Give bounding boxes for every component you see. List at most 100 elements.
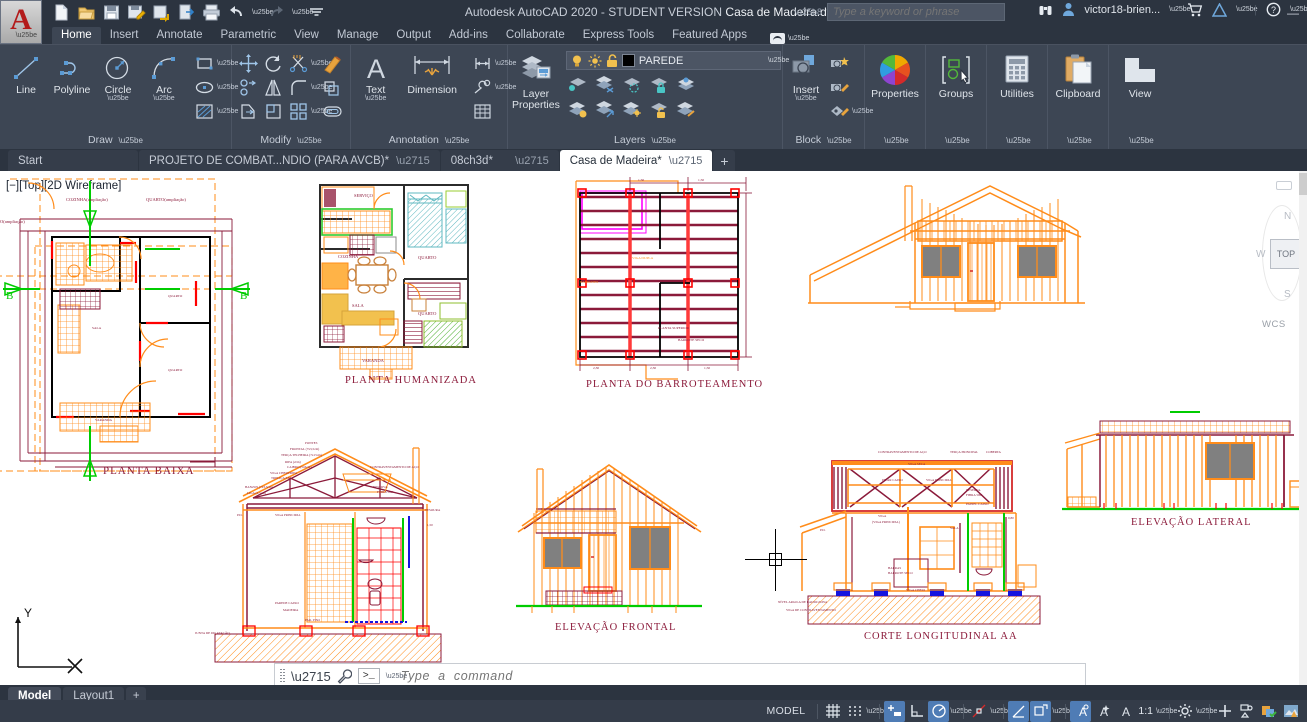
grid-display-button[interactable] (822, 701, 843, 722)
ellipse-icon[interactable] (192, 76, 216, 99)
redo-icon[interactable] (267, 3, 286, 22)
vertical-scrollbar[interactable] (1299, 171, 1307, 685)
circle-button[interactable]: Circle \u25be (96, 51, 140, 102)
annotation-visibility-button[interactable]: A (1070, 701, 1091, 722)
ortho-mode-button[interactable] (906, 701, 927, 722)
drawing-canvas[interactable]: [−][Top][2D Wireframe] (0, 171, 1307, 685)
draw-panel-title[interactable]: Draw \u25be (4, 132, 227, 149)
layer-color-swatch[interactable] (622, 54, 635, 67)
clipboard-button[interactable]: Clipboard (1052, 51, 1104, 100)
layer-control-dropdown[interactable]: PAREDE \u25be (566, 51, 781, 70)
properties-button[interactable]: Properties (869, 51, 921, 100)
move-icon[interactable] (236, 52, 260, 75)
undo-dropdown-icon[interactable]: \u25be (252, 9, 261, 16)
qat-menu-icon[interactable] (307, 3, 326, 22)
offset-icon[interactable] (320, 100, 344, 123)
publish-icon[interactable] (177, 3, 196, 22)
layers-panel-title[interactable]: Layers \u25be (512, 132, 778, 149)
snap-dropdown-icon[interactable]: \u25be (866, 708, 875, 715)
ribbon-minimize-control[interactable]: \u25be (770, 33, 797, 44)
arc-button[interactable]: Arc \u25be (142, 51, 186, 102)
polar-tracking-button[interactable] (928, 701, 949, 722)
close-icon[interactable]: \u2715 (396, 155, 430, 167)
hatch-dropdown-icon[interactable]: \u25be (217, 108, 225, 115)
ribbon-tab-home[interactable]: Home (52, 27, 101, 44)
viewcube-top-face[interactable]: TOP (1270, 239, 1302, 269)
polar-dropdown-icon[interactable]: \u25be (950, 708, 959, 715)
insert-block-button[interactable]: Insert \u25be (787, 51, 825, 102)
file-tab-casa-de-madeira[interactable]: Casa de Madeira* \u2715 (560, 150, 713, 171)
copy-icon[interactable] (236, 76, 260, 99)
snap-mode-button[interactable] (844, 701, 865, 722)
layer-unlock-icon[interactable] (647, 97, 671, 120)
modify-panel-title[interactable]: Modify \u25be (236, 132, 346, 149)
create-block-icon[interactable] (827, 52, 851, 75)
text-button[interactable]: A Text \u25be (355, 51, 396, 102)
linear-dim-dropdown-icon[interactable]: \u25be (495, 60, 503, 67)
trim-icon[interactable] (286, 52, 310, 75)
annotation-panel-title[interactable]: Annotation \u25be (355, 132, 503, 149)
chevron-down-icon[interactable]: \u25be (795, 96, 816, 102)
ribbon-tab-output[interactable]: Output (387, 27, 440, 44)
stretch-icon[interactable] (236, 100, 260, 123)
gear-icon[interactable] (1174, 701, 1195, 722)
annotation-scale-value[interactable]: 1:1 (1136, 705, 1155, 717)
ducs-dropdown-icon[interactable]: \u25be (1052, 708, 1061, 715)
block-dropdown-icon[interactable]: \u25be (852, 108, 860, 115)
file-tab-08ch3d[interactable]: 08ch3d* \u2715 (441, 150, 559, 171)
ribbon-tab-view[interactable]: View (285, 27, 328, 44)
hardware-acceleration-icon[interactable] (1258, 701, 1279, 722)
application-menu-button[interactable]: A \u25be (0, 0, 42, 44)
layer-isolate-icon[interactable] (566, 72, 590, 95)
groups-button[interactable]: Groups (930, 51, 982, 100)
binoculars-icon[interactable] (1038, 2, 1053, 17)
sun-icon[interactable] (588, 54, 602, 68)
chevron-down-icon[interactable]: \u25be (365, 96, 386, 102)
command-prompt-icon[interactable]: >_ (358, 668, 380, 684)
command-input[interactable] (401, 669, 1080, 683)
scrollbar-thumb[interactable] (1299, 173, 1307, 195)
edit-block-icon[interactable] (827, 76, 851, 99)
explode-dropdown-icon[interactable]: \u25be (311, 108, 319, 115)
user-icon[interactable] (1062, 2, 1075, 17)
wrench-icon[interactable] (337, 669, 352, 684)
line-button[interactable]: Line (4, 51, 48, 96)
clipboard-panel-title[interactable]: \u25be (1052, 132, 1104, 149)
dimension-button[interactable]: Dimension (398, 51, 466, 96)
undo-icon[interactable] (227, 3, 246, 22)
model-space-indicator[interactable]: MODEL (759, 705, 814, 717)
save-icon[interactable] (102, 3, 121, 22)
chevron-down-icon[interactable]: \u25be (386, 673, 395, 680)
view-panel-title[interactable]: \u25be (1113, 132, 1167, 149)
fillet-icon[interactable] (286, 76, 310, 99)
autodesk-icon[interactable] (1212, 3, 1227, 17)
ribbon-tab-featured-apps[interactable]: Featured Apps (663, 27, 756, 44)
chevron-down-icon[interactable]: \u25be (788, 35, 797, 42)
layer-unisolate-icon[interactable] (593, 97, 617, 120)
mirror-icon[interactable] (261, 76, 285, 99)
file-tab-projeto-combate-incendio[interactable]: PROJETO DE COMBAT...NDIO (PARA AVCB)* \u… (139, 150, 440, 171)
groups-panel-title[interactable]: \u25be (930, 132, 982, 149)
hatch-icon[interactable] (192, 100, 216, 123)
minimize-button[interactable]: — (1287, 6, 1299, 20)
drag-handle[interactable] (280, 669, 285, 684)
ribbon-tab-insert[interactable]: Insert (101, 27, 148, 44)
user-dropdown-icon[interactable]: \u25be (1169, 6, 1178, 13)
unlock-icon[interactable] (606, 54, 618, 68)
view-button[interactable]: View (1113, 51, 1167, 100)
cart-icon[interactable] (1187, 3, 1203, 17)
chevron-down-icon[interactable]: \u25be (153, 96, 174, 102)
ribbon-tab-collaborate[interactable]: Collaborate (497, 27, 574, 44)
units-display-icon[interactable] (1280, 701, 1301, 722)
redo-dropdown-icon[interactable]: \u25be (292, 9, 301, 16)
autodesk-dropdown-icon[interactable]: \u25be (1236, 6, 1245, 13)
print-icon[interactable] (202, 3, 221, 22)
layer-lock-icon[interactable] (647, 72, 671, 95)
rectangle-dropdown-icon[interactable]: \u25be (217, 60, 225, 67)
user-name-label[interactable]: victor18-brien... (1084, 4, 1160, 16)
new-tab-button[interactable]: + (713, 150, 735, 171)
new-icon[interactable] (52, 3, 71, 22)
ribbon-tab-addins[interactable]: Add-ins (440, 27, 497, 44)
erase-icon[interactable] (320, 52, 344, 75)
utilities-panel-title[interactable]: \u25be (991, 132, 1043, 149)
